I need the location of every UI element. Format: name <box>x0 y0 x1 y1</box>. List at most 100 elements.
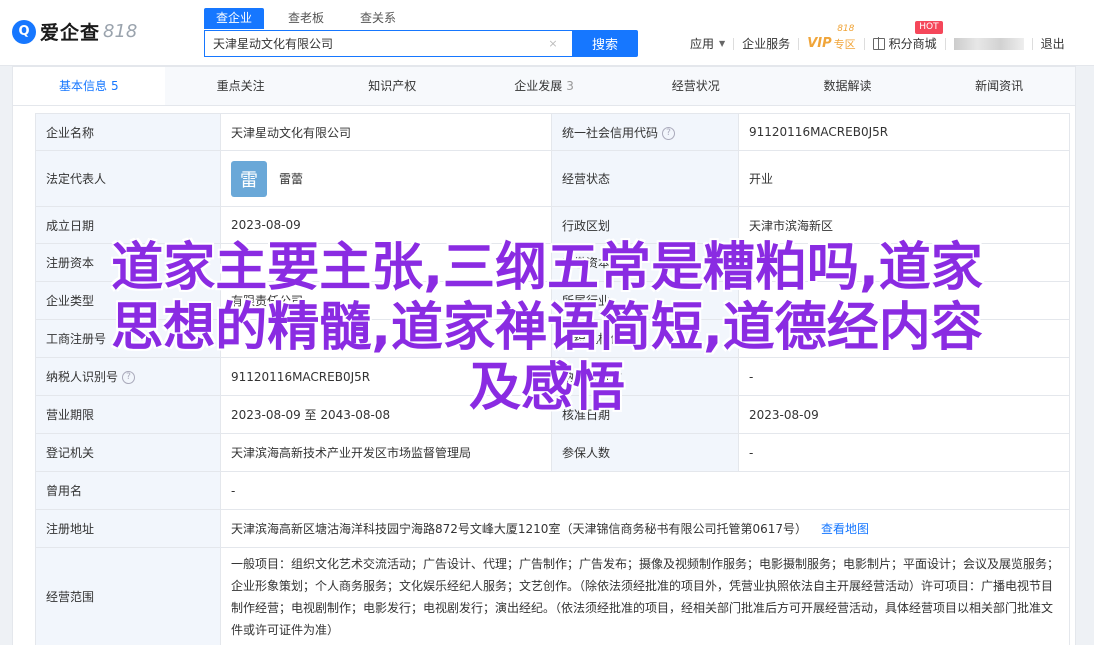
vip-zone-link[interactable]: 818 VIP 专区 <box>807 24 856 52</box>
logo-text: 爱企查 <box>40 22 101 44</box>
vip-sub-label: 专区 <box>833 37 856 51</box>
tab-ip[interactable]: 知识产权 <box>316 67 468 105</box>
avatar[interactable]: 雷 <box>231 160 267 197</box>
section-tabs: 基本信息 5 重点关注 知识产权 企业发展 3 经营状况 数据解读 新闻资讯 <box>12 66 1076 106</box>
caret-down-icon: ▼ <box>719 39 726 48</box>
field-label: 行政区划 <box>551 206 739 244</box>
header: Q 爱企查 818 查企业 查老板 查关系 × 搜索 应用 ▼ 企业服务 818… <box>0 0 1094 66</box>
tab-news[interactable]: 新闻资讯 <box>923 67 1075 105</box>
logo[interactable]: Q 爱企查 818 <box>12 18 137 45</box>
table-row: 曾用名 - <box>35 471 1070 510</box>
reg-no-value <box>220 319 552 358</box>
divider <box>863 37 865 50</box>
vip-num: 818 <box>837 23 855 34</box>
status-value: 开业 <box>738 150 1070 207</box>
table-row: 工商注册号 组织机构代码 <box>35 319 1070 358</box>
tab-company[interactable]: 查企业 <box>204 8 265 29</box>
divider <box>733 37 735 50</box>
search-tabs: 查企业 查老板 查关系 <box>204 8 420 29</box>
table-row: 企业类型 有限责任公司 所属行业 <box>35 281 1070 320</box>
field-label: 纳税人资质 <box>551 357 739 396</box>
tab-basic-info[interactable]: 基本信息 5 <box>13 67 165 105</box>
app-menu-label: 应用 <box>690 37 715 51</box>
points-mall-label: 积分商城 <box>888 37 937 51</box>
field-label: 法定代表人 <box>35 150 221 207</box>
tab-operation[interactable]: 经营状况 <box>620 67 772 105</box>
approval-value: 2023-08-09 <box>738 395 1070 434</box>
region-value: 天津市滨海新区 <box>738 206 1070 244</box>
search-input[interactable] <box>213 36 533 51</box>
legal-rep-name[interactable]: 雷蕾 <box>279 170 303 187</box>
field-label: 企业类型 <box>35 281 221 320</box>
tab-boss[interactable]: 查老板 <box>276 8 336 29</box>
gift-icon <box>872 36 885 50</box>
table-row: 经营范围 一般项目：组织文化艺术交流活动；广告设计、代理；广告制作；广告发布；摄… <box>35 547 1070 645</box>
field-label: 核准日期 <box>551 395 739 434</box>
field-label: 经营状态 <box>551 150 739 207</box>
top-nav: 应用 ▼ 企业服务 818 VIP 专区 HOT 积分商城 退出 <box>690 21 1073 52</box>
field-label: 工商注册号 <box>35 319 221 358</box>
table-row: 营业期限 2023-08-09 至 2043-08-08 核准日期 2023-0… <box>35 395 1070 434</box>
search-box: × <box>204 30 572 57</box>
table-row: 法定代表人 雷 雷蕾 经营状态 开业 <box>35 150 1070 207</box>
enterprise-service-link[interactable]: 企业服务 <box>742 35 790 52</box>
field-label: 实缴资本 <box>551 243 739 282</box>
points-mall-link[interactable]: HOT 积分商城 <box>872 21 943 52</box>
view-map-link[interactable]: 查看地图 <box>821 522 869 536</box>
hot-badge: HOT <box>915 21 943 34</box>
search-button[interactable]: 搜索 <box>572 30 638 57</box>
divider <box>798 37 800 50</box>
address-cell: 天津滨海高新区塘沽海洋科技园宁海路872号文峰大厦1210室（天津锦信商务秘书有… <box>220 509 1070 548</box>
tab-key-focus[interactable]: 重点关注 <box>165 67 317 105</box>
tab-data-insight[interactable]: 数据解读 <box>772 67 924 105</box>
paid-value <box>738 243 1070 282</box>
app-menu[interactable]: 应用 ▼ <box>690 35 725 52</box>
main-content: 企业名称 天津星动文化有限公司 统一社会信用代码? 91120116MACREB… <box>12 106 1076 645</box>
logo-icon: Q <box>12 19 36 44</box>
table-row: 注册地址 天津滨海高新区塘沽海洋科技园宁海路872号文峰大厦1210室（天津锦信… <box>35 509 1070 548</box>
table-row: 成立日期 2023-08-09 行政区划 天津市滨海新区 <box>35 206 1070 244</box>
insured-value: - <box>738 433 1070 472</box>
legal-rep-cell: 雷 雷蕾 <box>220 150 552 207</box>
tab-relation[interactable]: 查关系 <box>348 8 408 29</box>
authority-value: 天津滨海高新技术产业开发区市场监督管理局 <box>220 433 552 472</box>
field-label: 纳税人识别号? <box>35 357 221 396</box>
field-label: 注册地址 <box>35 509 221 548</box>
info-table: 企业名称 天津星动文化有限公司 统一社会信用代码? 91120116MACREB… <box>35 113 1070 645</box>
field-label: 成立日期 <box>35 206 221 244</box>
term-value: 2023-08-09 至 2043-08-08 <box>220 395 552 434</box>
field-label: 注册资本 <box>35 243 221 282</box>
field-label: 所属行业 <box>551 281 739 320</box>
help-icon[interactable]: ? <box>122 371 136 384</box>
logout-link[interactable]: 退出 <box>1041 35 1065 52</box>
credit-code: 91120116MACREB0J5R <box>738 113 1070 151</box>
help-icon[interactable]: ? <box>662 126 676 140</box>
capital-value <box>220 243 552 282</box>
table-row: 登记机关 天津滨海高新技术产业开发区市场监督管理局 参保人数 - <box>35 433 1070 472</box>
field-label: 参保人数 <box>551 433 739 472</box>
field-label: 营业期限 <box>35 395 221 434</box>
search-bar: × 搜索 <box>204 30 638 57</box>
logo-suffix: 818 <box>103 21 138 42</box>
taxpayer-value: 91120116MACREB0J5R <box>220 357 552 396</box>
field-label: 统一社会信用代码? <box>551 113 739 151</box>
type-value: 有限责任公司 <box>220 281 552 320</box>
tab-development[interactable]: 企业发展 3 <box>468 67 620 105</box>
field-label: 登记机关 <box>35 433 221 472</box>
field-label: 企业名称 <box>35 113 221 151</box>
user-account[interactable] <box>953 37 1024 50</box>
clear-icon[interactable]: × <box>546 37 560 51</box>
table-row: 纳税人识别号? 91120116MACREB0J5R 纳税人资质 - <box>35 357 1070 396</box>
field-label: 经营范围 <box>35 547 221 645</box>
taxpayer-qual-value: - <box>738 357 1070 396</box>
table-row: 企业名称 天津星动文化有限公司 统一社会信用代码? 91120116MACREB… <box>35 113 1070 151</box>
org-code-value <box>738 319 1070 358</box>
company-name: 天津星动文化有限公司 <box>220 113 552 151</box>
divider <box>1031 37 1033 50</box>
vip-label: VIP <box>807 36 832 51</box>
business-scope: 一般项目：组织文化艺术交流活动；广告设计、代理；广告制作；广告发布；摄像及视频制… <box>220 547 1070 645</box>
established-value: 2023-08-09 <box>220 206 552 244</box>
former-name-value: - <box>220 471 1070 510</box>
field-label: 曾用名 <box>35 471 221 510</box>
divider <box>944 37 946 50</box>
